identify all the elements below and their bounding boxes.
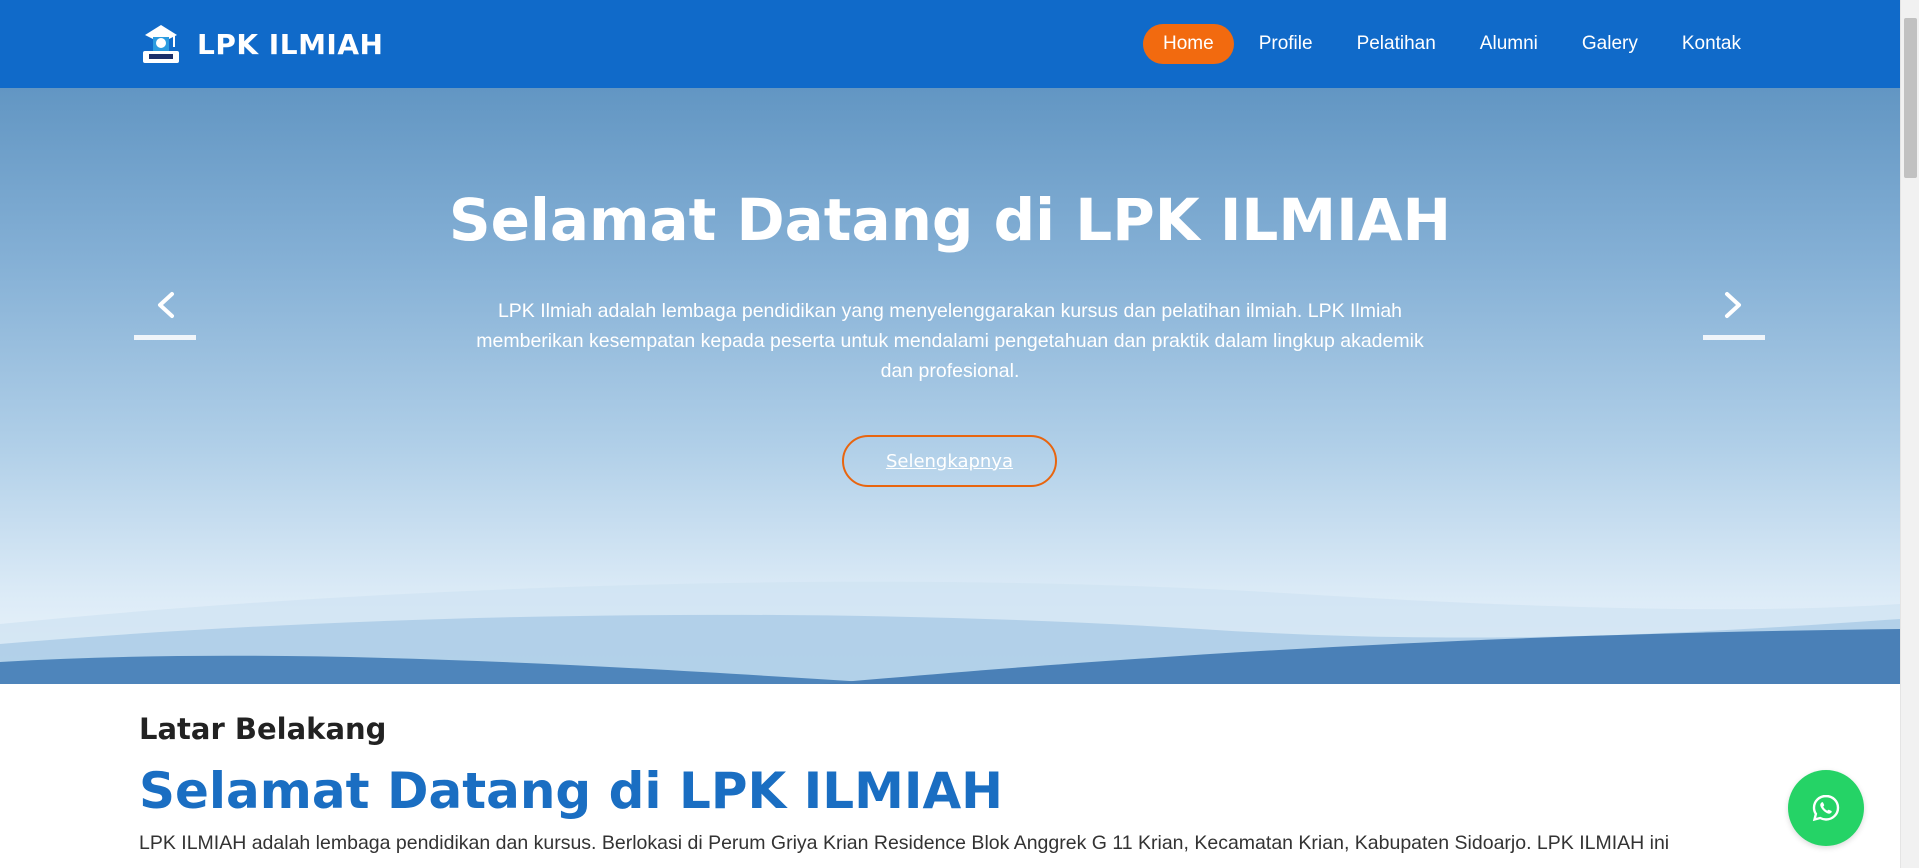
section-title: Selamat Datang di LPK ILMIAH bbox=[139, 762, 1003, 820]
site-header: LPK ILMIAH Home Profile Pelatihan Alumni… bbox=[0, 0, 1900, 88]
page-scrollbar[interactable] bbox=[1900, 0, 1919, 868]
brand[interactable]: LPK ILMIAH bbox=[139, 22, 383, 66]
chevron-left-icon bbox=[158, 292, 174, 318]
carousel-indicator-bar bbox=[134, 335, 196, 340]
hero-carousel: Selamat Datang di LPK ILMIAH LPK Ilmiah … bbox=[0, 88, 1900, 684]
carousel-indicator-bar bbox=[1703, 335, 1765, 340]
nav-pelatihan[interactable]: Pelatihan bbox=[1338, 24, 1455, 64]
nav-galery[interactable]: Galery bbox=[1563, 24, 1657, 64]
whatsapp-icon bbox=[1812, 794, 1840, 822]
hero-waves bbox=[0, 581, 1900, 684]
chevron-right-icon bbox=[1725, 292, 1741, 318]
scrollbar-thumb[interactable] bbox=[1904, 18, 1917, 178]
section-text: LPK ILMIAH adalah lembaga pendidikan dan… bbox=[139, 832, 1670, 854]
nav-kontak[interactable]: Kontak bbox=[1663, 24, 1760, 64]
whatsapp-button[interactable] bbox=[1788, 770, 1864, 846]
hero-description: LPK Ilmiah adalah lembaga pendidikan yan… bbox=[476, 300, 1424, 382]
read-more-button[interactable]: Selengkapnya bbox=[842, 435, 1057, 487]
nav-alumni[interactable]: Alumni bbox=[1461, 24, 1557, 64]
main-nav: Home Profile Pelatihan Alumni Galery Kon… bbox=[1137, 24, 1760, 64]
brand-name: LPK ILMIAH bbox=[197, 27, 384, 61]
hero-title: Selamat Datang di LPK ILMIAH bbox=[448, 186, 1452, 254]
section-subtitle: Latar Belakang bbox=[139, 712, 387, 746]
carousel-next-button[interactable] bbox=[1703, 288, 1765, 348]
lpk-logo-icon bbox=[143, 25, 179, 63]
carousel-prev-button[interactable] bbox=[134, 288, 196, 348]
nav-home[interactable]: Home bbox=[1143, 24, 1234, 64]
nav-profile[interactable]: Profile bbox=[1240, 24, 1332, 64]
